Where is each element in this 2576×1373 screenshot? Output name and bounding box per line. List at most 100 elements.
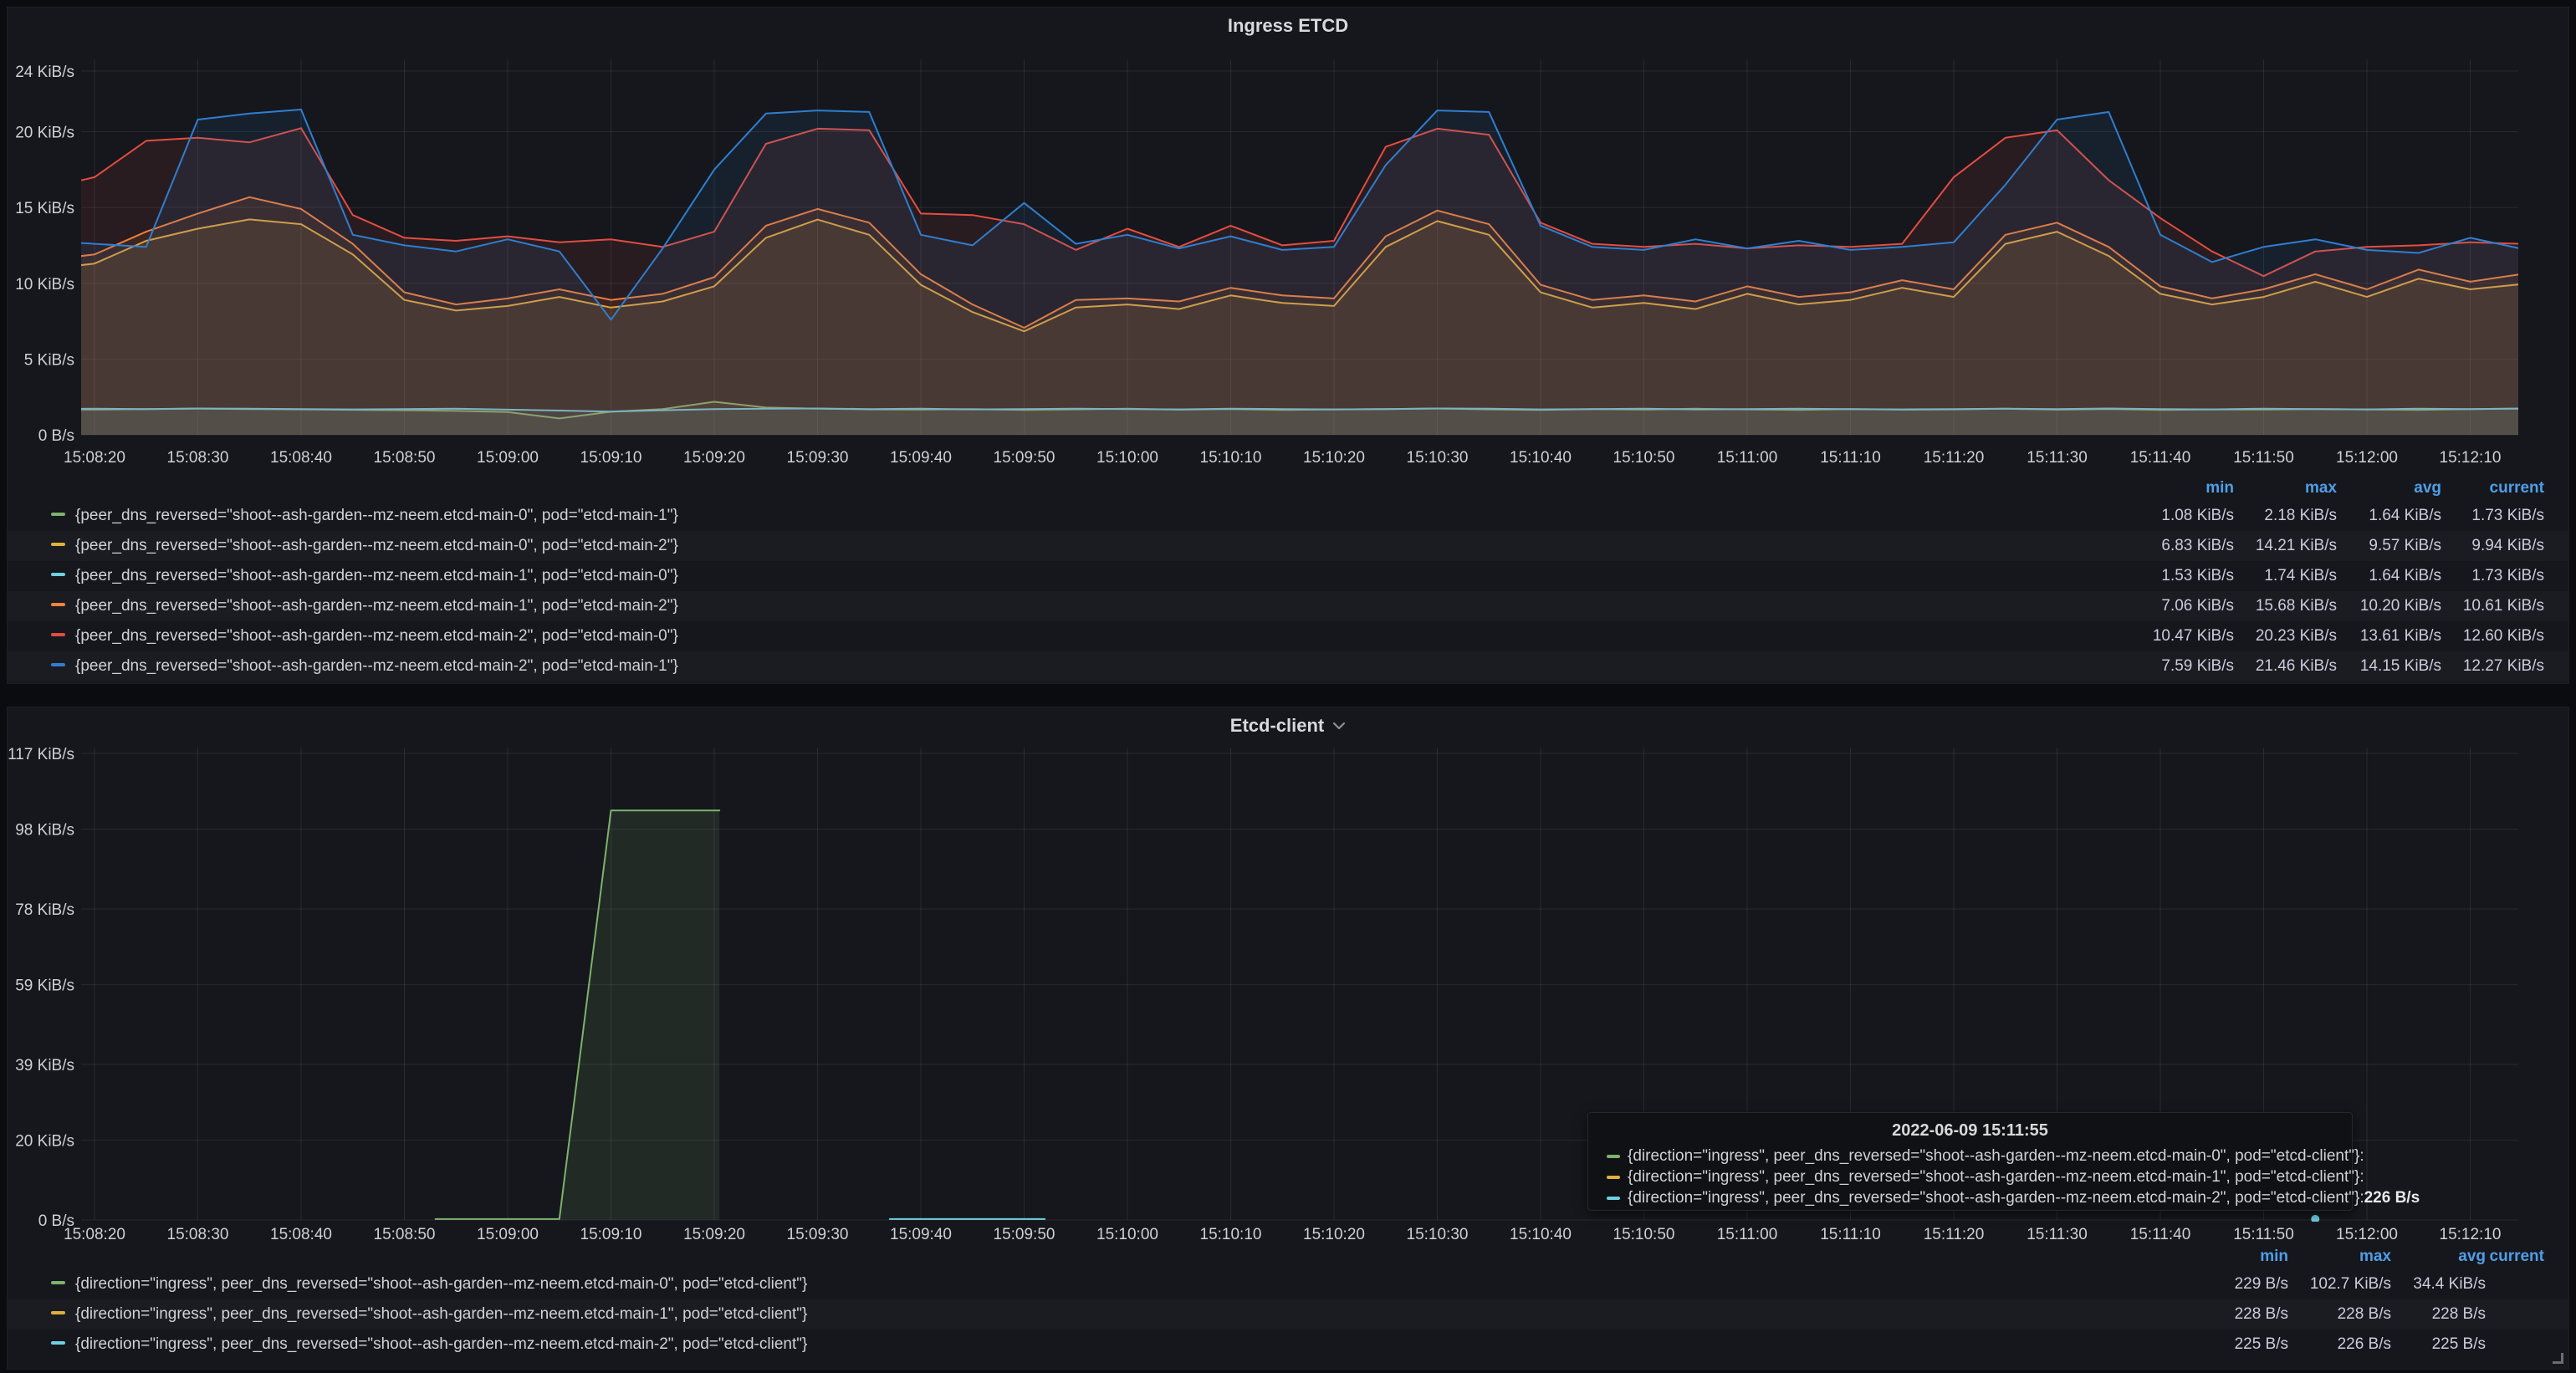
legend-sort-current[interactable]: current (2385, 476, 2544, 501)
ingress-etcd-legend: minmaxavgcurrent {peer_dns_reversed="shoo… (8, 476, 2568, 681)
y-tick-label: 5 KiB/s (24, 351, 74, 369)
series-color-dash-icon[interactable] (51, 1341, 65, 1345)
x-tick-label: 15:10:50 (1613, 1226, 1675, 1243)
panel-ingress-etcd: Ingress ETCD 15:08:20 15:08:30 15:08:40 15:… (7, 7, 2569, 684)
x-tick-label: 15:10:20 (1303, 1226, 1365, 1243)
x-tick-label: 15:09:40 (890, 449, 952, 467)
y-tick-label: 10 KiB/s (15, 276, 74, 293)
y-tick-label: 59 KiB/s (15, 977, 74, 995)
x-tick-label: 15:12:10 (2440, 1226, 2502, 1243)
legend-series-label[interactable]: {direction="ingress", peer_dns_reversed=… (75, 1275, 807, 1293)
ingress-etcd-chart-plot[interactable]: 15:08:2015:08:3015:08:4015:08:5015:09:00… (8, 44, 2570, 476)
panel-title-ingress-etcd[interactable]: Ingress ETCD (8, 8, 2568, 44)
panel-title-etcd-client[interactable]: Etcd-client (8, 707, 2568, 744)
series-fill (436, 810, 720, 1220)
chevron-down-icon[interactable] (1332, 722, 1346, 731)
x-tick-label: 15:08:20 (64, 449, 125, 467)
x-tick-label: 15:11:30 (2027, 1226, 2088, 1243)
x-tick-label: 15:08:40 (270, 449, 332, 467)
legend-series-label[interactable]: {peer_dns_reversed="shoot--ash-garden--m… (75, 507, 678, 524)
y-tick-label: 98 KiB/s (15, 822, 74, 840)
x-tick-label: 15:10:20 (1303, 449, 1365, 467)
x-tick-label: 15:11:20 (1924, 449, 1985, 467)
x-tick-label: 15:09:20 (683, 1226, 745, 1243)
series-color-dash-icon[interactable] (51, 573, 65, 576)
y-tick-label: 20 KiB/s (15, 125, 74, 142)
x-tick-label: 15:09:20 (683, 449, 745, 467)
x-tick-label: 15:08:50 (374, 1226, 436, 1243)
x-tick-label: 15:08:40 (270, 1226, 332, 1243)
series-color-dash-icon[interactable] (51, 603, 65, 606)
tooltip-series-label: {direction="ingress", peer_dns_reversed=… (1628, 1189, 2364, 1207)
legend-sort-current[interactable]: current (2385, 1244, 2544, 1269)
series-color-dash-icon[interactable] (51, 1311, 65, 1314)
x-tick-label: 15:10:10 (1200, 1226, 1262, 1243)
x-tick-label: 15:11:10 (1820, 449, 1881, 467)
legend-series-label[interactable]: {peer_dns_reversed="shoot--ash-garden--m… (75, 567, 678, 584)
legend-series-label[interactable]: {peer_dns_reversed="shoot--ash-garden--m… (75, 597, 678, 615)
series-color-dash-icon (1607, 1176, 1620, 1179)
x-tick-label: 15:08:30 (167, 449, 229, 467)
x-tick-label: 15:12:00 (2336, 1226, 2398, 1243)
series-group (43, 110, 2522, 435)
x-tick-label: 15:10:00 (1096, 1226, 1158, 1243)
legend-series-label[interactable]: {direction="ingress", peer_dns_reversed=… (75, 1335, 807, 1353)
x-tick-label: 15:11:50 (2233, 449, 2294, 467)
y-tick-label: 24 KiB/s (15, 64, 74, 81)
series-color-dash-icon (1607, 1155, 1620, 1158)
legend-row: {peer_dns_reversed="shoot--ash-garden--m… (8, 591, 2568, 621)
x-tick-label: 15:11:40 (2130, 449, 2191, 467)
tooltip-series-label: {direction="ingress", peer_dns_reversed=… (1628, 1168, 2364, 1187)
series-color-dash-icon[interactable] (51, 543, 65, 546)
series-color-dash-icon (1607, 1197, 1620, 1200)
legend-header-row: minmaxavgcurrent (8, 1244, 2568, 1269)
x-tick-label: 15:09:30 (787, 1226, 849, 1243)
series-color-dash-icon[interactable] (51, 633, 65, 636)
hover-point-dot (2311, 1215, 2319, 1223)
legend-series-label[interactable]: {peer_dns_reversed="shoot--ash-garden--m… (75, 537, 678, 554)
y-tick-label: 117 KiB/s (8, 746, 74, 763)
legend-row: {direction="ingress", peer_dns_reversed=… (8, 1330, 2568, 1360)
legend-row: {peer_dns_reversed="shoot--ash-garden--m… (8, 651, 2568, 681)
x-tick-label: 15:12:00 (2336, 449, 2398, 467)
x-tick-label: 15:09:00 (477, 449, 539, 467)
panel-resize-handle[interactable] (2552, 1352, 2565, 1365)
panel-title-text: Etcd-client (1230, 715, 1324, 737)
x-tick-label: 15:09:50 (994, 449, 1055, 467)
legend-stat-current: 10.61 KiB/s (2385, 591, 2544, 621)
y-tick-label: 78 KiB/s (15, 901, 74, 919)
tooltip-series-row: {direction="ingress", peer_dns_reversed=… (1607, 1166, 2333, 1187)
x-tick-label: 15:09:50 (994, 1226, 1055, 1243)
legend-row: {direction="ingress", peer_dns_reversed=… (8, 1299, 2568, 1330)
x-tick-label: 15:11:10 (1820, 1226, 1881, 1243)
legend-stat-current: 12.60 KiB/s (2385, 621, 2544, 651)
x-tick-label: 15:10:10 (1200, 449, 1262, 467)
y-tick-label: 15 KiB/s (15, 200, 74, 217)
x-tick-label: 15:11:50 (2233, 1226, 2294, 1243)
panel-etcd-client: Etcd-client 15:08:2015:08:3015:08:4015:0… (7, 707, 2569, 1370)
series-fill (43, 110, 2522, 435)
x-tick-label: 15:11:40 (2130, 1226, 2191, 1243)
x-tick-label: 15:10:00 (1096, 449, 1158, 467)
legend-stat-avg: 225 B/s (2327, 1330, 2486, 1360)
legend-series-label[interactable]: {peer_dns_reversed="shoot--ash-garden--m… (75, 657, 678, 675)
x-tick-label: 15:12:10 (2440, 449, 2502, 467)
x-tick-label: 15:11:00 (1717, 1226, 1778, 1243)
series-color-dash-icon[interactable] (51, 513, 65, 516)
dashboard-page: Ingress ETCD 15:08:20 15:08:30 15:08:40 15:… (0, 0, 2576, 1373)
x-tick-label: 15:09:00 (477, 1226, 539, 1243)
legend-header-row: minmaxavgcurrent (8, 476, 2568, 501)
legend-stat-current: 12.27 KiB/s (2385, 651, 2544, 681)
series-color-dash-icon[interactable] (51, 663, 65, 666)
x-tick-label: 15:11:30 (2027, 449, 2088, 467)
x-tick-label: 15:10:30 (1407, 449, 1469, 467)
legend-series-label[interactable]: {peer_dns_reversed="shoot--ash-garden--m… (75, 627, 678, 645)
legend-row: {direction="ingress", peer_dns_reversed=… (8, 1269, 2568, 1299)
legend-row: {peer_dns_reversed="shoot--ash-garden--m… (8, 561, 2568, 591)
tooltip-timestamp: 2022-06-09 15:11:55 (1607, 1121, 2333, 1141)
legend-series-label[interactable]: {direction="ingress", peer_dns_reversed=… (75, 1305, 807, 1323)
tooltip-series-value: 226 B/s (2364, 1189, 2422, 1207)
x-tick-label: 15:11:00 (1717, 449, 1778, 467)
x-tick-label: 15:10:50 (1613, 449, 1675, 467)
series-color-dash-icon[interactable] (51, 1281, 65, 1284)
